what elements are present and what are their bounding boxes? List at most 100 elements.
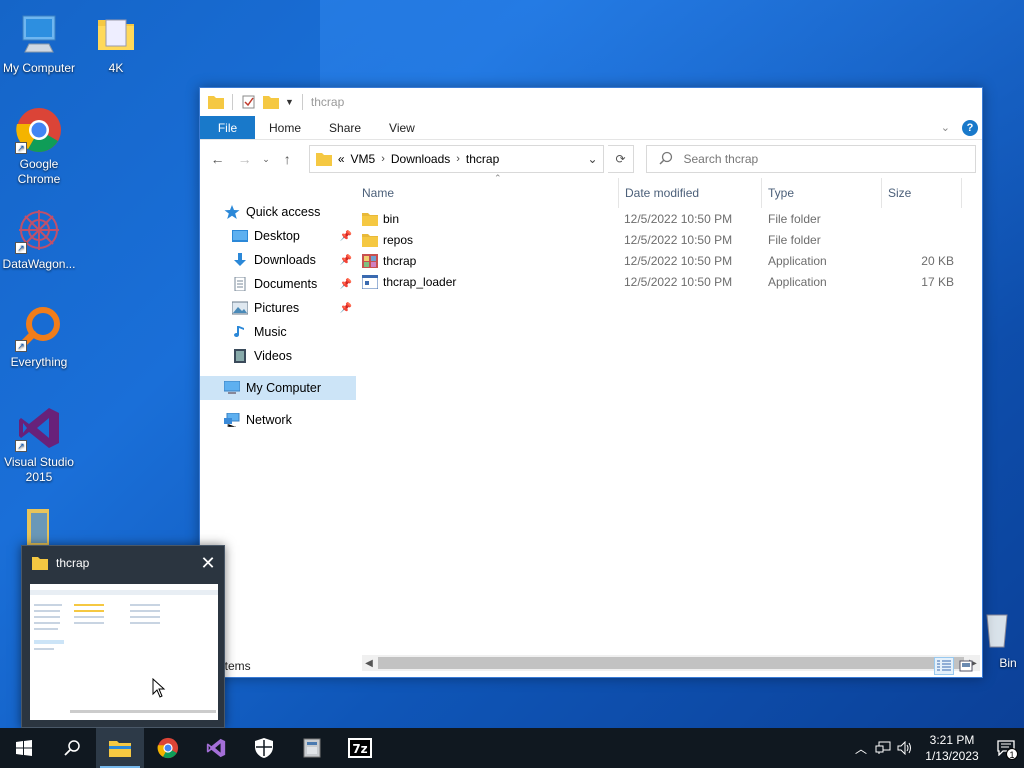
column-type[interactable]: Type: [762, 178, 882, 208]
details-view-icon[interactable]: [934, 657, 954, 675]
file-name: thcrap: [383, 253, 417, 268]
desktop-icon-my-computer[interactable]: My Computer: [0, 10, 78, 76]
taskbar-file-explorer[interactable]: [96, 728, 144, 768]
breadcrumb-thcrap[interactable]: thcrap: [466, 152, 499, 166]
system-tray: ︿ 3:21 PM 1/13/2023 1: [850, 728, 1024, 768]
volume-icon[interactable]: [894, 728, 916, 768]
7zip-icon: 7z: [348, 738, 372, 758]
search-placeholder: Search thcrap: [683, 152, 759, 166]
file-type: File folder: [768, 211, 821, 226]
customize-toolbar-chevron-icon[interactable]: ▼: [285, 97, 294, 107]
nav-quick-access[interactable]: Quick access: [200, 200, 356, 224]
desktop-icon-label: Everything: [10, 355, 68, 369]
file-size: 20 KB: [921, 253, 954, 268]
clock[interactable]: 3:21 PM 1/13/2023: [916, 732, 988, 764]
desktop-icon-everything[interactable]: ↗ Everything: [0, 304, 78, 370]
tab-home[interactable]: Home: [255, 116, 315, 139]
folder-icon: [362, 233, 378, 247]
desktop-icon-google-chrome[interactable]: ↗ Google Chrome: [0, 106, 78, 187]
taskbar-app-installer[interactable]: [288, 728, 336, 768]
breadcrumb-downloads[interactable]: Downloads: [391, 152, 450, 166]
tab-view[interactable]: View: [375, 116, 429, 139]
documents-icon: [234, 277, 246, 291]
breadcrumb-separator-icon[interactable]: ›: [456, 153, 460, 165]
taskbar-thumbnail-preview[interactable]: thcrap ✕: [21, 545, 225, 728]
show-hidden-icons-chevron-icon[interactable]: ︿: [850, 728, 872, 768]
file-type: File folder: [768, 232, 821, 247]
file-row-thcrap[interactable]: thcrap 12/5/2022 10:50 PM Application 20…: [356, 250, 982, 271]
pin-icon[interactable]: 📌: [340, 255, 352, 266]
refresh-icon[interactable]: ⟳: [607, 145, 635, 173]
chrome-icon: ↗: [15, 106, 63, 154]
action-center-button[interactable]: 1: [988, 728, 1024, 768]
up-arrow-icon[interactable]: ↑: [276, 147, 299, 171]
file-date: 12/5/2022 10:50 PM: [624, 211, 733, 226]
expand-ribbon-chevron-icon[interactable]: ⌄: [941, 121, 950, 134]
pin-icon[interactable]: 📌: [340, 303, 352, 314]
file-type: Application: [768, 253, 827, 268]
file-explorer-window: ▼ thcrap File Home Share View ⌄ ? ← → ⌄ …: [199, 87, 983, 678]
nav-label: Quick access: [246, 205, 321, 219]
status-text: items: [222, 659, 251, 673]
nav-desktop[interactable]: Desktop 📌: [200, 224, 356, 248]
svg-text:7z: 7z: [352, 742, 367, 756]
back-arrow-icon[interactable]: ←: [206, 147, 229, 171]
properties-icon[interactable]: [241, 95, 257, 109]
navigation-bar: ← → ⌄ ↑ « VM5 › Downloads › thcrap ⌄ ⟳ S…: [200, 140, 982, 178]
breadcrumb-separator-icon[interactable]: ›: [381, 153, 385, 165]
search-button[interactable]: [48, 728, 96, 768]
nav-music[interactable]: Music: [200, 320, 356, 344]
tab-share[interactable]: Share: [315, 116, 375, 139]
breadcrumb-vm5[interactable]: VM5: [351, 152, 376, 166]
file-row-bin[interactable]: bin 12/5/2022 10:50 PM File folder: [356, 208, 982, 229]
window-thumbnail[interactable]: [30, 584, 218, 720]
search-input[interactable]: Search thcrap: [646, 145, 976, 173]
column-size[interactable]: Size: [882, 178, 962, 208]
datawagon-icon: ↗: [15, 206, 63, 254]
nav-downloads[interactable]: Downloads 📌: [200, 248, 356, 272]
nav-label: Desktop: [254, 229, 300, 243]
network-icon[interactable]: [872, 728, 894, 768]
tab-file[interactable]: File: [200, 116, 255, 139]
close-icon[interactable]: ✕: [192, 547, 224, 579]
pin-icon[interactable]: 📌: [340, 231, 352, 242]
taskbar-chrome[interactable]: [144, 728, 192, 768]
file-row-repos[interactable]: repos 12/5/2022 10:50 PM File folder: [356, 229, 982, 250]
taskbar-windows-security[interactable]: [240, 728, 288, 768]
divider: [232, 94, 233, 110]
desktop-icon-4k[interactable]: 4K: [77, 10, 155, 76]
column-date-modified[interactable]: Date modified: [618, 178, 762, 208]
nav-pictures[interactable]: Pictures 📌: [200, 296, 356, 320]
download-arrow-icon: [234, 253, 246, 266]
music-note-icon: [234, 326, 244, 337]
start-button[interactable]: [0, 728, 48, 768]
address-dropdown-chevron-icon[interactable]: ⌄: [583, 152, 603, 166]
clock-time: 3:21 PM: [929, 733, 975, 747]
pin-icon[interactable]: 📌: [340, 279, 352, 290]
column-name[interactable]: Name: [356, 178, 618, 208]
large-icons-view-icon[interactable]: [956, 657, 976, 675]
forward-arrow-icon[interactable]: →: [233, 147, 256, 171]
divider: [301, 94, 303, 110]
mouse-cursor-icon: [152, 678, 166, 698]
nav-my-computer[interactable]: My Computer: [200, 376, 356, 400]
desktop-icon-visual-studio[interactable]: ↗ Visual Studio 2015: [0, 404, 78, 485]
breadcrumb-overflow[interactable]: «: [338, 152, 345, 166]
taskbar-visual-studio[interactable]: [192, 728, 240, 768]
view-buttons: [934, 657, 976, 675]
file-row-thcrap-loader[interactable]: thcrap_loader 12/5/2022 10:50 PM Applica…: [356, 271, 982, 292]
folder-icon: [315, 153, 332, 166]
address-bar[interactable]: « VM5 › Downloads › thcrap ⌄: [308, 145, 604, 173]
nav-network[interactable]: Network: [200, 408, 356, 432]
taskbar-7zip[interactable]: 7z: [336, 728, 384, 768]
nav-documents[interactable]: Documents 📌: [200, 272, 356, 296]
desktop-icon-label: DataWagon...: [2, 257, 76, 271]
help-icon[interactable]: ?: [962, 119, 978, 136]
visual-studio-icon: [206, 738, 226, 758]
star-icon: [224, 205, 240, 219]
nav-videos[interactable]: Videos: [200, 344, 356, 368]
recent-locations-chevron-icon[interactable]: ⌄: [260, 147, 272, 171]
new-folder-icon[interactable]: [263, 95, 279, 109]
desktop-icon-datawagon[interactable]: ↗ DataWagon...: [0, 206, 78, 272]
file-size: 17 KB: [921, 274, 954, 289]
